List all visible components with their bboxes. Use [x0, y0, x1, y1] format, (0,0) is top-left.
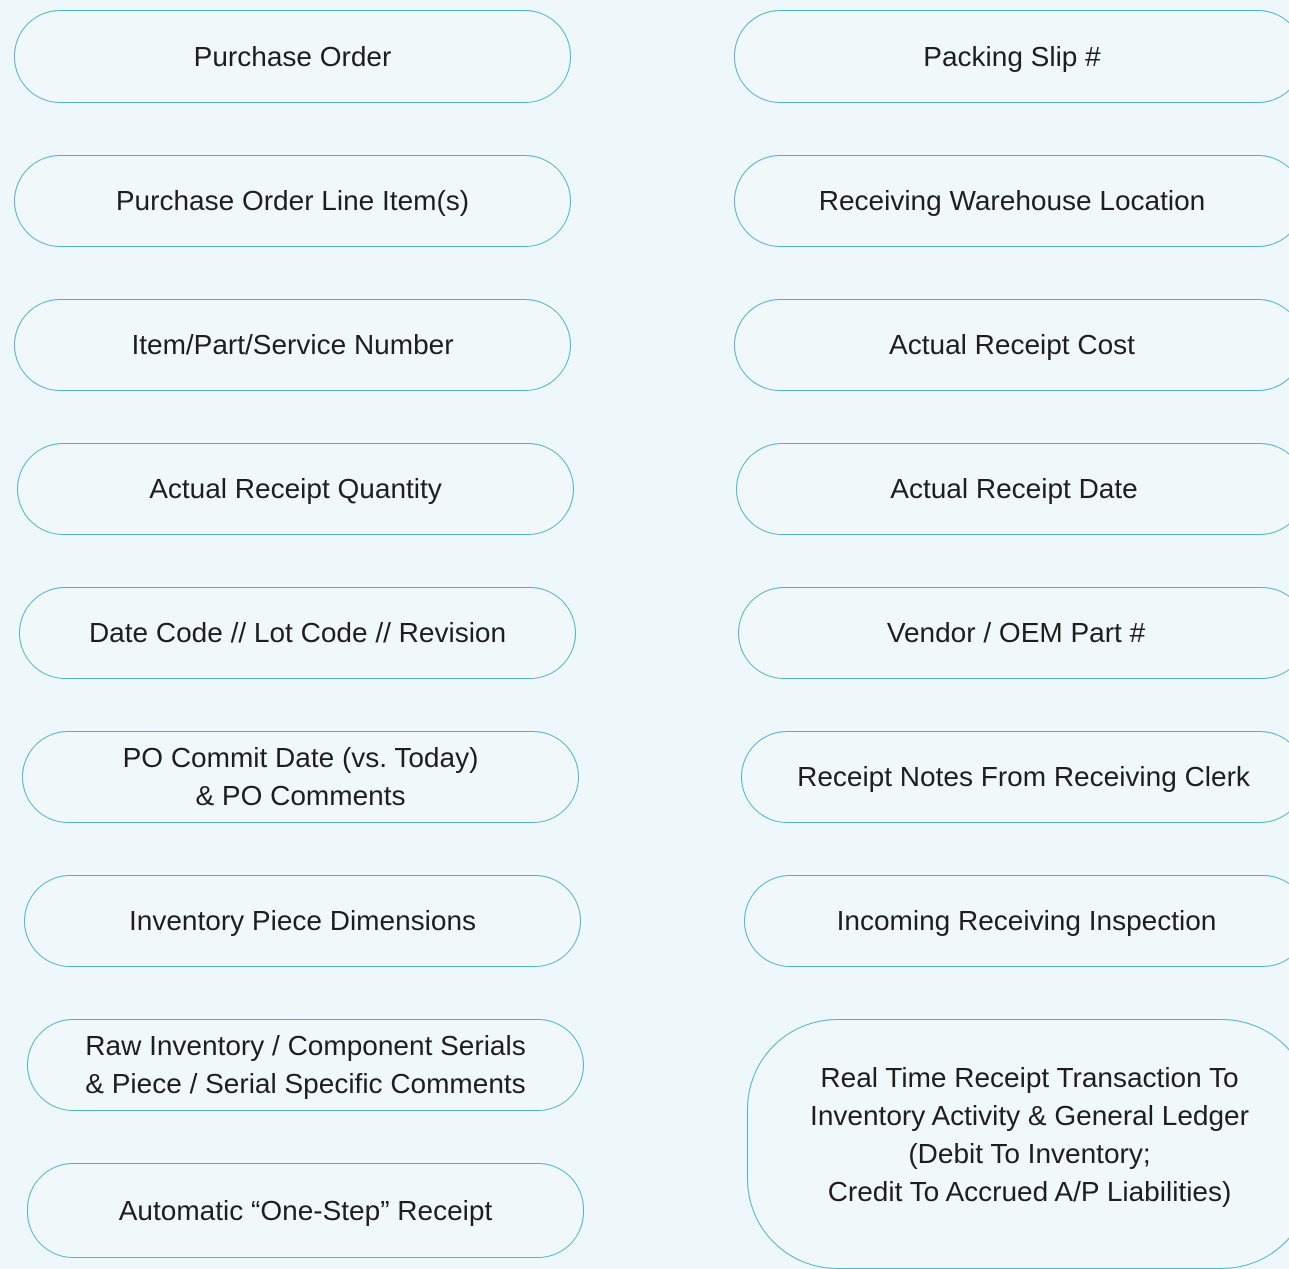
box-label: Item/Part/Service Number [131, 329, 454, 360]
po-commit-date-box: PO Commit Date (vs. Today) & PO Comments [22, 731, 579, 823]
item-part-service-number-box: Item/Part/Service Number [14, 299, 571, 391]
purchase-order-box: Purchase Order [14, 10, 571, 103]
raw-inventory-serials-box: Raw Inventory / Component Serials & Piec… [27, 1019, 584, 1111]
box-label: Raw Inventory / Component Serials & Piec… [85, 1030, 526, 1099]
box-label: Receipt Notes From Receiving Clerk [797, 761, 1250, 792]
date-lot-revision-box: Date Code // Lot Code // Revision [19, 587, 576, 679]
box-label: Purchase Order Line Item(s) [115, 185, 470, 216]
box-label: Actual Receipt Quantity [149, 473, 442, 504]
actual-receipt-quantity-box: Actual Receipt Quantity [17, 443, 574, 535]
automatic-one-step-receipt-box: Automatic “One-Step” Receipt [27, 1163, 584, 1258]
actual-receipt-date-box: Actual Receipt Date [736, 443, 1289, 535]
box-label: Actual Receipt Date [890, 473, 1138, 504]
receiving-warehouse-location-box: Receiving Warehouse Location [734, 155, 1289, 247]
box-label: Date Code // Lot Code // Revision [88, 617, 507, 648]
box-label: Packing Slip # [923, 40, 1101, 72]
actual-receipt-cost-box: Actual Receipt Cost [734, 299, 1289, 391]
box-label: Receiving Warehouse Location [818, 185, 1206, 216]
box-label: Automatic “One-Step” Receipt [118, 1194, 493, 1226]
box-label: Vendor / OEM Part # [886, 617, 1146, 648]
purchase-order-line-items-box: Purchase Order Line Item(s) [14, 155, 571, 247]
box-label: PO Commit Date (vs. Today) & PO Comments [122, 742, 479, 811]
packing-slip-box: Packing Slip # [734, 10, 1289, 103]
inventory-piece-dimensions-box: Inventory Piece Dimensions [24, 875, 581, 967]
incoming-receiving-inspection-box: Incoming Receiving Inspection [744, 875, 1289, 967]
box-label: Actual Receipt Cost [889, 329, 1135, 360]
receipt-notes-box: Receipt Notes From Receiving Clerk [741, 731, 1289, 823]
box-label: Inventory Piece Dimensions [128, 905, 477, 936]
real-time-receipt-transaction-box: Real Time Receipt Transaction To Invento… [747, 1019, 1289, 1269]
box-label: Purchase Order [193, 40, 392, 72]
box-label: Real Time Receipt Transaction To Invento… [810, 1062, 1249, 1207]
box-label: Incoming Receiving Inspection [836, 905, 1217, 936]
vendor-oem-part-box: Vendor / OEM Part # [738, 587, 1289, 679]
